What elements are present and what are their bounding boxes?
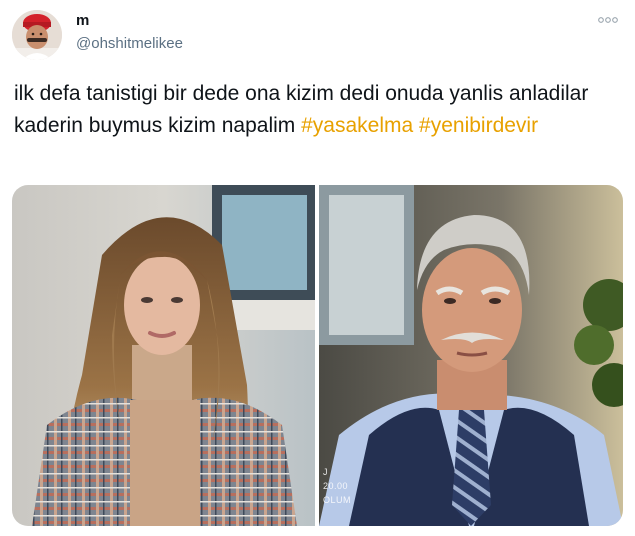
tweet-card: m @ohshitmelikee ilk defa tanistigi bir …	[0, 0, 635, 536]
author-handle[interactable]: @ohshitmelikee	[76, 35, 183, 52]
avatar[interactable]	[12, 10, 62, 60]
more-options-icon	[598, 17, 618, 23]
old-man-in-vest-photo-icon	[319, 185, 623, 526]
media-grid: J 20.00 OLUM	[12, 185, 623, 526]
channel-watermark: 20.00	[323, 481, 349, 491]
hashtag-link[interactable]: #yasakelma	[301, 114, 413, 137]
more-options-button[interactable]	[597, 13, 619, 27]
woman-in-plaid-jacket-photo-icon	[12, 185, 315, 526]
hashtag-link[interactable]: #yenibirdevir	[419, 114, 538, 137]
author-display-name[interactable]: m	[76, 12, 89, 29]
photo-left[interactable]	[12, 185, 315, 526]
tweet-text: ilk defa tanistigi bir dede ona kizim de…	[14, 78, 619, 142]
avatar-man-in-red-cap-icon	[12, 10, 62, 60]
channel-watermark: OLUM	[323, 495, 352, 505]
photo-right[interactable]: J 20.00 OLUM	[319, 185, 623, 526]
channel-watermark: J	[323, 467, 328, 477]
